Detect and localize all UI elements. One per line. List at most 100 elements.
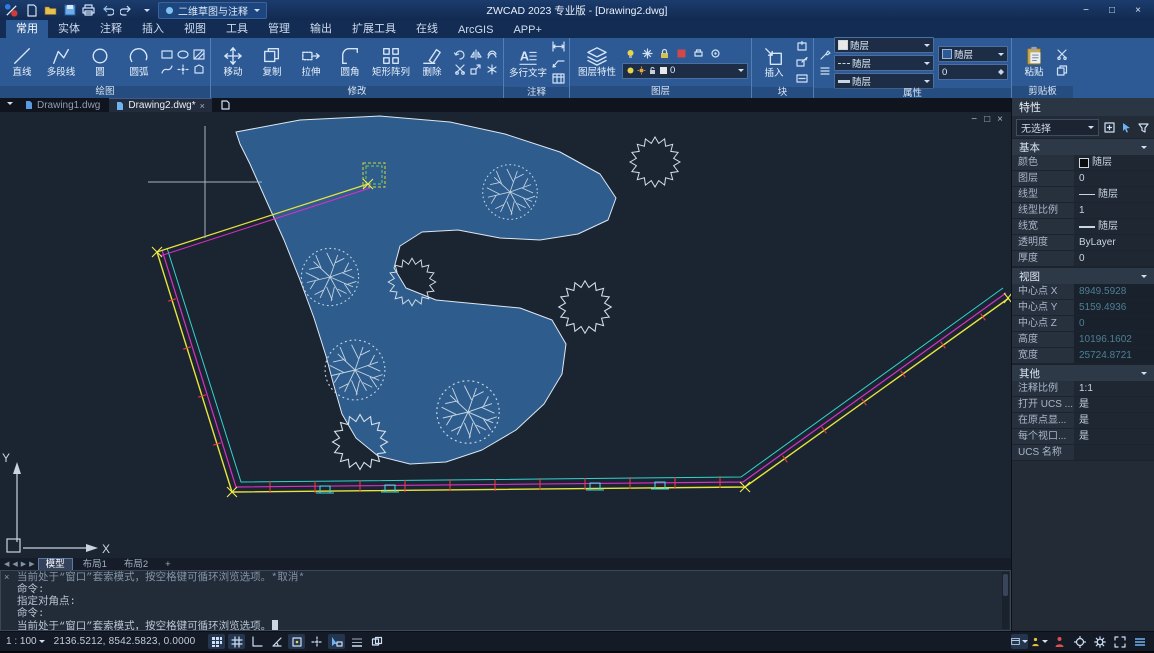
lineweight-display-icon[interactable] <box>348 634 365 649</box>
circle-button[interactable]: 圆 <box>81 39 119 85</box>
redo-icon[interactable] <box>119 3 134 17</box>
edit-block-tool-icon[interactable] <box>794 55 810 70</box>
rectangle-tool-icon[interactable] <box>159 47 175 62</box>
quick-select-icon[interactable] <box>1136 120 1150 134</box>
new-doc-tab-icon[interactable] <box>214 98 237 112</box>
offset-tool-icon[interactable] <box>484 47 500 62</box>
copy-clip-tool-icon[interactable] <box>1054 63 1070 78</box>
tab-annotate[interactable]: 注释 <box>90 18 132 38</box>
prop-value[interactable] <box>1074 445 1154 460</box>
clean-screen-icon[interactable] <box>1111 634 1128 649</box>
osnap-icon[interactable] <box>288 634 305 649</box>
table-tool-icon[interactable] <box>550 71 566 86</box>
locator-icon[interactable] <box>1071 634 1088 649</box>
tab-app-plus[interactable]: APP+ <box>503 22 551 38</box>
tab-insert[interactable]: 插入 <box>132 18 174 38</box>
tab-home[interactable]: 常用 <box>6 18 48 38</box>
layout-tab-model[interactable]: 模型 <box>38 558 73 571</box>
last-layout-icon[interactable]: ▶ <box>29 560 34 568</box>
prop-value[interactable]: 是 <box>1074 429 1154 444</box>
region-tool-icon[interactable] <box>191 62 207 77</box>
ellipse-tool-icon[interactable] <box>175 47 191 62</box>
rotate-tool-icon[interactable] <box>452 47 468 62</box>
spline-tool-icon[interactable] <box>159 62 175 77</box>
add-layout-button[interactable]: + <box>158 559 178 570</box>
maximize-button[interactable]: □ <box>1100 2 1124 18</box>
layer-dropdown[interactable]: 0 <box>622 63 748 79</box>
explode-tool-icon[interactable] <box>484 62 500 77</box>
command-close-icon[interactable]: × <box>4 572 9 584</box>
close-button[interactable]: × <box>1126 2 1150 18</box>
layout-tab-layout1[interactable]: 布局1 <box>76 559 114 570</box>
prop-value[interactable]: 是 <box>1074 413 1154 428</box>
layer-plot-icon[interactable] <box>690 46 706 61</box>
ortho-mode-icon[interactable] <box>248 634 265 649</box>
layer-isolate-icon[interactable] <box>707 46 723 61</box>
snap-grid-icon[interactable] <box>208 634 225 649</box>
tab-arcgis[interactable]: ArcGIS <box>448 22 503 38</box>
prop-value[interactable]: 是 <box>1074 397 1154 412</box>
dimension-tool-icon[interactable] <box>550 39 566 54</box>
selection-dropdown[interactable]: 无选择 <box>1016 119 1099 136</box>
prop-value[interactable]: 0 <box>1074 171 1154 186</box>
save-icon[interactable] <box>62 3 77 17</box>
workspace-switcher[interactable]: 二维草图与注释 <box>158 2 267 19</box>
polar-tracking-icon[interactable] <box>268 634 285 649</box>
close-tab-icon[interactable]: × <box>200 101 205 111</box>
point-tool-icon[interactable] <box>175 62 191 77</box>
scale-tool-icon[interactable] <box>468 62 484 77</box>
annotation-monitor-icon[interactable] <box>1051 634 1068 649</box>
selection-cycling-icon[interactable] <box>368 634 385 649</box>
polyline-button[interactable]: 多段线 <box>42 39 80 85</box>
grid-display-icon[interactable] <box>228 634 245 649</box>
mtext-button[interactable]: A 多行文字 <box>507 40 549 86</box>
insert-block-button[interactable]: 插入 <box>755 40 793 86</box>
tab-tools[interactable]: 工具 <box>216 18 258 38</box>
print-icon[interactable] <box>81 3 96 17</box>
doc-tab-drawing1[interactable]: Drawing1.dwg <box>18 98 107 112</box>
tab-view[interactable]: 视图 <box>174 18 216 38</box>
section-view[interactable]: 视图 <box>1012 267 1154 284</box>
tab-manage[interactable]: 管理 <box>258 18 300 38</box>
erase-button[interactable]: 删除 <box>413 39 451 85</box>
layer-freeze-icon[interactable] <box>639 46 655 61</box>
select-objects-icon[interactable] <box>1119 120 1133 134</box>
toggle-pickadd-icon[interactable] <box>1102 120 1116 134</box>
minimize-button[interactable]: − <box>1074 2 1098 18</box>
new-file-icon[interactable] <box>24 3 39 17</box>
menu-icon[interactable] <box>1131 634 1148 649</box>
open-folder-icon[interactable] <box>43 3 58 17</box>
object-tracking-icon[interactable] <box>308 634 325 649</box>
leader-tool-icon[interactable] <box>550 55 566 70</box>
linetype-dropdown[interactable]: 随层 <box>834 55 934 71</box>
layer-on-icon[interactable] <box>622 46 638 61</box>
tab-output[interactable]: 输出 <box>300 18 342 38</box>
viewport-minimize-icon[interactable]: − <box>971 114 977 125</box>
prop-value[interactable]: 随层 <box>1074 219 1154 234</box>
command-scrollbar[interactable] <box>1002 572 1009 629</box>
property-list-icon[interactable] <box>817 64 833 79</box>
tab-online[interactable]: 在线 <box>406 18 448 38</box>
hatch-tool-icon[interactable] <box>191 47 207 62</box>
section-basic[interactable]: 基本 <box>1012 138 1154 155</box>
create-block-tool-icon[interactable] <box>794 39 810 54</box>
color-dropdown[interactable]: 随层 <box>834 37 934 53</box>
prop-value[interactable]: 随层 <box>1074 155 1154 170</box>
tab-solid[interactable]: 实体 <box>48 18 90 38</box>
move-button[interactable]: 移动 <box>214 39 252 85</box>
block-attrib-tool-icon[interactable] <box>794 71 810 86</box>
rect-array-button[interactable]: 矩形阵列 <box>370 39 412 85</box>
layer-lock-icon[interactable] <box>656 46 672 61</box>
viewport-close-icon[interactable]: × <box>997 114 1003 125</box>
paste-button[interactable]: 粘贴 <box>1015 39 1053 85</box>
model-space-button[interactable] <box>1011 634 1028 649</box>
annotation-scale-icon[interactable] <box>1031 634 1048 649</box>
copy-button[interactable]: 复制 <box>253 39 291 85</box>
stretch-button[interactable]: 拉伸 <box>292 39 330 85</box>
undo-icon[interactable] <box>100 3 115 17</box>
doc-tab-menu-icon[interactable] <box>2 98 16 112</box>
trim-tool-icon[interactable] <box>452 62 468 77</box>
first-layout-icon[interactable]: ◀ <box>4 560 9 568</box>
lineweight-dropdown[interactable]: 随层 <box>834 73 934 89</box>
command-line-panel[interactable]: × 当前处于“窗口”套索模式，按空格键可循环浏览选项。*取消* 命令: 指定对角… <box>0 570 1011 631</box>
